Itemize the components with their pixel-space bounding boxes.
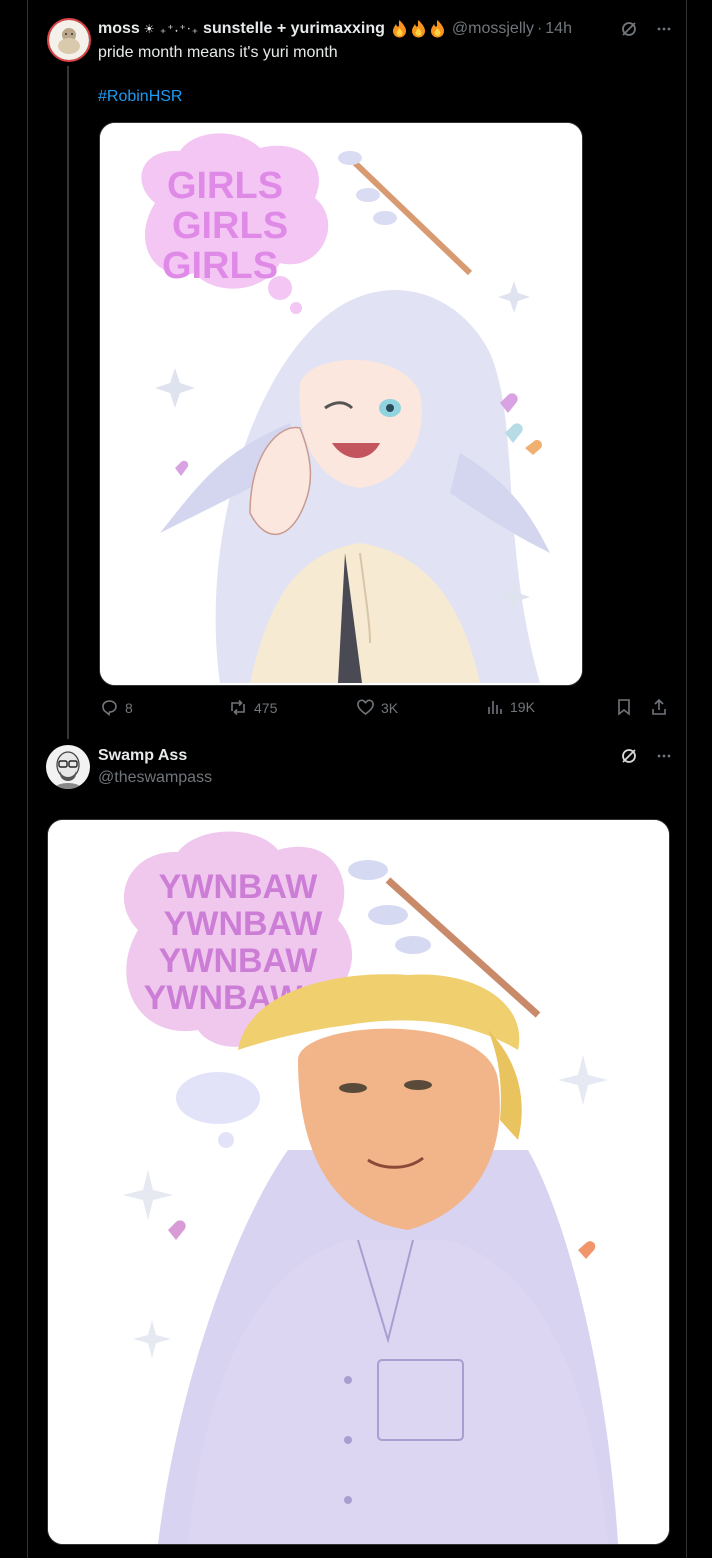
like-icon [357, 699, 374, 715]
separator: · [536, 19, 543, 37]
post1-top-icons [620, 20, 672, 38]
post2-name: Swamp Ass [98, 747, 187, 765]
image-text-line: GIRLS [167, 165, 283, 207]
column-border-right [686, 0, 687, 1558]
fire-icon [411, 20, 425, 38]
fire-icon [430, 20, 444, 38]
views-icon [488, 701, 502, 714]
share-button[interactable] [650, 698, 668, 716]
repost-count: 475 [254, 699, 278, 716]
avatar-image [49, 20, 89, 60]
image-text-line: GIRLS [172, 205, 288, 247]
reply-button[interactable]: 8 [100, 698, 133, 717]
image-text-line: YWNBAW [164, 905, 324, 943]
timestamp[interactable]: 14h [545, 20, 572, 38]
post-text: pride month means it's yuri month [98, 44, 338, 61]
repost-button[interactable]: 475 [228, 698, 277, 717]
grok-icon[interactable] [620, 747, 638, 765]
post1-header: moss ☀ ₊⁺˖⁺‧₊ sunstelle + yurimaxxing @m… [98, 19, 572, 38]
image-text-line: YWNBAW [159, 942, 319, 980]
fire-icon [392, 20, 406, 38]
image-text-line: YWNBAW [159, 868, 319, 906]
image-text-line: GIRLS [162, 245, 278, 287]
views-count: 19K [510, 699, 535, 715]
post2-image[interactable]: YWNBAW YWNBAW YWNBAW YWNBAW [47, 819, 670, 1545]
avatar[interactable] [46, 745, 90, 789]
avatar[interactable] [47, 18, 91, 62]
column-border-left [27, 0, 28, 1558]
handle[interactable]: @mossjelly [452, 20, 534, 38]
share-icon [652, 698, 666, 715]
views-button[interactable]: 19K [486, 698, 535, 716]
anime-illustration: GIRLS GIRLS GIRLS [100, 123, 582, 685]
thread-connector [67, 66, 69, 739]
bookmark-button[interactable] [616, 698, 632, 716]
repost-icon [231, 699, 245, 716]
post1-actions: 8 475 3K 19K [98, 698, 670, 722]
more-icon[interactable] [656, 748, 672, 764]
post2-top-icons [620, 747, 672, 765]
display-name-suffix[interactable]: sunstelle + yurimaxxing [203, 20, 385, 38]
grok-icon[interactable] [620, 20, 638, 38]
handle[interactable]: @theswampass [98, 769, 212, 787]
like-count: 3K [381, 699, 399, 716]
bookmark-icon [618, 699, 630, 716]
post2-handle-row: @theswampass [98, 769, 212, 787]
hashtag-link[interactable]: #RobinHSR [98, 88, 182, 106]
display-name[interactable]: moss [98, 20, 140, 38]
display-name-decoration: ☀ ₊⁺˖⁺‧₊ [143, 21, 200, 36]
post1-image[interactable]: GIRLS GIRLS GIRLS [99, 122, 583, 686]
reply-count: 8 [125, 699, 133, 716]
like-button[interactable]: 3K [356, 698, 398, 717]
parody-illustration: YWNBAW YWNBAW YWNBAW YWNBAW [48, 820, 669, 1544]
more-icon[interactable] [656, 21, 672, 37]
avatar-image [46, 745, 90, 789]
display-name[interactable]: Swamp Ass [98, 747, 187, 765]
reply-icon [102, 700, 117, 716]
